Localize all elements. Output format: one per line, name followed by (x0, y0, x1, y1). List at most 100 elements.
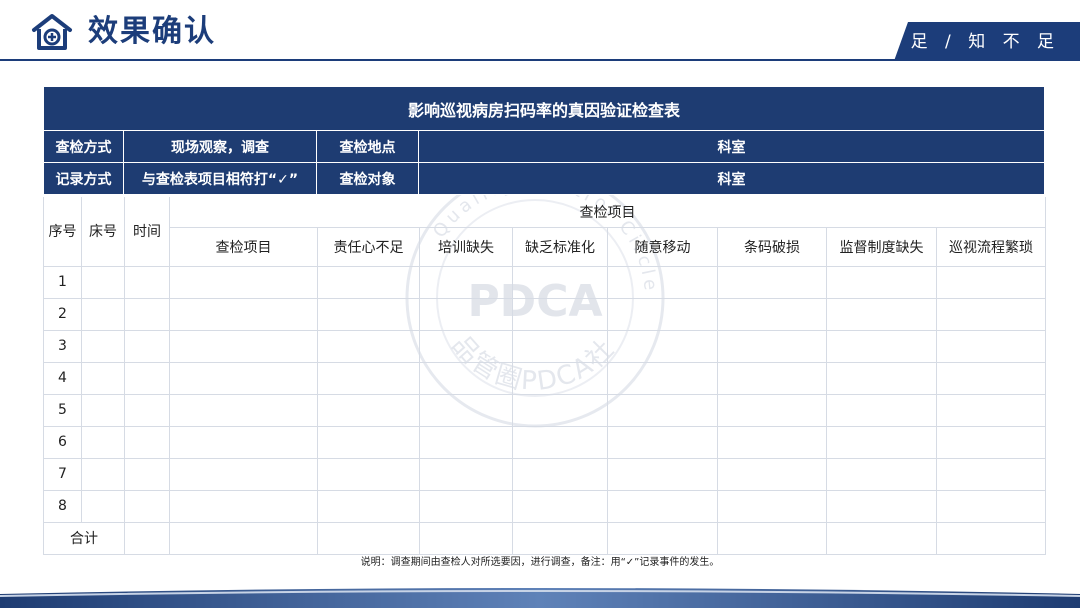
cell-check[interactable] (717, 393, 827, 427)
cell-time[interactable] (124, 457, 170, 491)
cell-bed[interactable] (81, 329, 125, 363)
cell-check[interactable] (512, 297, 608, 331)
cell-check[interactable] (419, 265, 513, 299)
cell-check[interactable] (607, 457, 718, 491)
cell-time[interactable] (124, 361, 170, 395)
cell-check[interactable] (419, 329, 513, 363)
cell-check[interactable] (317, 425, 420, 459)
cell-check[interactable] (169, 393, 318, 427)
label-check-location: 查检地点 (316, 130, 419, 163)
cell-check[interactable] (419, 425, 513, 459)
cell-check[interactable] (512, 265, 608, 299)
cell-check[interactable] (717, 297, 827, 331)
cell-check[interactable] (936, 425, 1046, 459)
cell-check[interactable] (419, 489, 513, 523)
cell-check[interactable] (419, 393, 513, 427)
total-row: 合计 (43, 521, 1046, 555)
cell-check[interactable] (936, 457, 1046, 491)
cell-check[interactable] (717, 361, 827, 395)
cell-time[interactable] (124, 425, 170, 459)
row-seq: 7 (43, 457, 82, 491)
cell-check[interactable] (512, 489, 608, 523)
cell-time[interactable] (124, 393, 170, 427)
cell-check[interactable] (607, 425, 718, 459)
label-record-method: 记录方式 (43, 162, 124, 195)
cell-check[interactable] (826, 425, 937, 459)
cell-check[interactable] (317, 489, 420, 523)
cell-check[interactable] (317, 297, 420, 331)
cell-check[interactable] (936, 361, 1046, 395)
cell-check[interactable] (717, 425, 827, 459)
col-header-item: 随意移动 (607, 226, 718, 267)
cell-bed[interactable] (81, 489, 125, 523)
cell-check[interactable] (512, 457, 608, 491)
cell-check[interactable] (169, 489, 318, 523)
cell-check[interactable] (936, 393, 1046, 427)
cell-check[interactable] (317, 329, 420, 363)
cell-bed[interactable] (81, 457, 125, 491)
cell-check[interactable] (936, 297, 1046, 331)
cell-check[interactable] (419, 457, 513, 491)
cell-check[interactable] (826, 393, 937, 427)
cell-check[interactable] (607, 329, 718, 363)
cell-time[interactable] (124, 329, 170, 363)
cell-total[interactable] (826, 521, 937, 555)
cell-check[interactable] (419, 361, 513, 395)
cell-bed[interactable] (81, 393, 125, 427)
cell-check[interactable] (169, 361, 318, 395)
cell-check[interactable] (607, 393, 718, 427)
cell-bed[interactable] (81, 361, 125, 395)
cell-time[interactable] (124, 521, 170, 555)
cell-total[interactable] (717, 521, 827, 555)
cell-time[interactable] (124, 297, 170, 331)
cell-check[interactable] (512, 393, 608, 427)
cell-check[interactable] (169, 457, 318, 491)
cell-check[interactable] (936, 489, 1046, 523)
col-header-seq: 序号 (43, 197, 82, 267)
cell-check[interactable] (717, 489, 827, 523)
cell-time[interactable] (124, 265, 170, 299)
cell-check[interactable] (419, 297, 513, 331)
cell-check[interactable] (607, 265, 718, 299)
cell-total[interactable] (317, 521, 420, 555)
cell-check[interactable] (607, 489, 718, 523)
cell-check[interactable] (607, 297, 718, 331)
cell-check[interactable] (317, 457, 420, 491)
cell-total[interactable] (169, 521, 318, 555)
cell-bed[interactable] (81, 265, 125, 299)
cell-check[interactable] (169, 425, 318, 459)
cell-check[interactable] (317, 393, 420, 427)
cell-check[interactable] (169, 265, 318, 299)
cell-total[interactable] (607, 521, 718, 555)
cell-check[interactable] (317, 361, 420, 395)
cell-check[interactable] (826, 361, 937, 395)
cell-check[interactable] (169, 297, 318, 331)
cell-check[interactable] (317, 265, 420, 299)
cell-bed[interactable] (81, 425, 125, 459)
value-check-method: 现场观察，调查 (123, 130, 317, 163)
cell-check[interactable] (717, 457, 827, 491)
cell-total[interactable] (419, 521, 513, 555)
cell-check[interactable] (826, 489, 937, 523)
cell-check[interactable] (826, 297, 937, 331)
cell-total[interactable] (936, 521, 1046, 555)
cell-check[interactable] (826, 265, 937, 299)
cell-check[interactable] (512, 361, 608, 395)
cell-check[interactable] (512, 329, 608, 363)
cell-check[interactable] (936, 329, 1046, 363)
cell-time[interactable] (124, 489, 170, 523)
cell-check[interactable] (169, 329, 318, 363)
cell-check[interactable] (717, 265, 827, 299)
cell-check[interactable] (826, 457, 937, 491)
cell-check[interactable] (936, 265, 1046, 299)
cell-check[interactable] (607, 361, 718, 395)
row-seq: 8 (43, 489, 82, 523)
cell-check[interactable] (717, 329, 827, 363)
cell-check[interactable] (512, 425, 608, 459)
cell-total[interactable] (512, 521, 608, 555)
cell-check[interactable] (826, 329, 937, 363)
cell-bed[interactable] (81, 297, 125, 331)
page-title: 效果确认 (88, 14, 216, 49)
col-header-item: 责任心不足 (317, 226, 420, 267)
table-row: 1 (43, 265, 1046, 299)
